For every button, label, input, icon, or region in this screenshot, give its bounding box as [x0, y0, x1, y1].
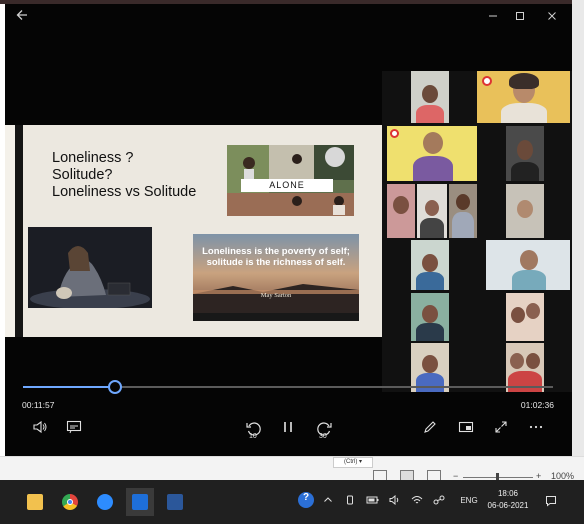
slide-margin — [5, 125, 15, 337]
quote-text: Loneliness is the poverty of self; solit… — [202, 246, 350, 268]
taskbar: ? ENG 18:06 06-06-2021 — [0, 480, 584, 524]
chrome-icon[interactable] — [56, 488, 84, 516]
clock-date: 06-06-2021 — [487, 501, 529, 510]
current-time: 00:11:57 — [22, 400, 55, 410]
media-player-icon[interactable] — [126, 488, 154, 516]
battery-icon[interactable] — [366, 495, 380, 509]
participant-tile[interactable] — [506, 343, 544, 392]
language-indicator[interactable]: ENG — [458, 495, 480, 507]
notifications-icon[interactable] — [544, 495, 558, 511]
paste-options-button[interactable]: (Ctrl) ▾ — [333, 457, 373, 468]
participant-tile[interactable] — [506, 126, 544, 181]
slide-title-line: Solitude? — [52, 167, 113, 183]
rewind-10-button[interactable]: 10 — [241, 420, 267, 443]
participant-tile[interactable] — [449, 184, 477, 238]
quote-footer — [193, 313, 359, 321]
maximize-icon[interactable] — [509, 8, 531, 26]
participant-tile[interactable] — [387, 184, 415, 238]
chevron-up-icon[interactable] — [322, 495, 334, 509]
participant-tile[interactable] — [411, 240, 449, 290]
forward-30-button[interactable]: 30 — [311, 420, 337, 443]
quote-author: May Sarton — [260, 292, 292, 299]
more-icon[interactable] — [525, 420, 547, 439]
participant-tile[interactable] — [411, 343, 449, 392]
participant-tile[interactable] — [506, 184, 544, 238]
participant-tile[interactable] — [486, 240, 570, 290]
quote-image: Loneliness is the poverty of self; solit… — [193, 234, 359, 321]
word-icon[interactable] — [161, 488, 189, 516]
fullscreen-icon[interactable] — [490, 420, 512, 439]
system-clock[interactable]: 18:06 06-06-2021 — [486, 488, 530, 512]
subtitles-icon[interactable] — [63, 420, 85, 439]
timeline-thumb[interactable] — [107, 380, 122, 394]
mini-view-icon[interactable] — [455, 420, 477, 439]
rewind-label: 10 — [249, 433, 257, 440]
volume-icon[interactable] — [29, 420, 51, 439]
slide-title: Loneliness ? Solitude? Loneliness vs Sol… — [52, 150, 196, 201]
participant-tile[interactable] — [387, 126, 477, 181]
participant-gallery — [382, 71, 572, 392]
title-bar — [5, 4, 572, 32]
help-icon[interactable]: ? — [298, 492, 314, 508]
screen: Loneliness ? Solitude? Loneliness vs Sol… — [0, 0, 584, 524]
network-icon[interactable] — [433, 495, 445, 509]
participant-tile-host[interactable] — [477, 71, 570, 123]
document-status-bar: (Ctrl) ▾ − + 100% — [0, 456, 584, 482]
slide-title-line: Loneliness ? — [52, 150, 134, 166]
total-time: 01:02:36 — [520, 400, 554, 410]
right-scrollbar[interactable] — [572, 0, 584, 480]
media-player-window: Loneliness ? Solitude? Loneliness vs Sol… — [5, 4, 572, 456]
participant-tile[interactable] — [506, 293, 544, 341]
close-icon[interactable] — [541, 8, 563, 26]
timeline-progress — [23, 386, 115, 388]
clock-time: 18:06 — [497, 489, 519, 498]
shared-slide: Loneliness ? Solitude? Loneliness vs Sol… — [5, 125, 382, 337]
minimize-icon[interactable] — [482, 8, 504, 26]
participant-tile[interactable] — [417, 184, 447, 238]
meet-now-icon[interactable] — [344, 495, 356, 509]
participant-tile[interactable] — [411, 293, 449, 341]
wifi-icon[interactable] — [411, 495, 423, 509]
file-explorer-icon[interactable] — [21, 488, 49, 516]
participant-tile[interactable] — [411, 71, 449, 123]
pause-icon[interactable] — [277, 420, 299, 439]
sad-girl-image — [28, 227, 152, 308]
alone-collage-image: ALONE — [227, 145, 354, 216]
zoom-app-icon[interactable] — [91, 488, 119, 516]
pencil-icon[interactable] — [419, 420, 441, 439]
alone-label: ALONE — [241, 179, 333, 192]
slide-title-line: Loneliness vs Solitude — [52, 184, 197, 200]
back-arrow-icon[interactable] — [11, 8, 33, 26]
forward-label: 30 — [319, 433, 327, 440]
slide-accent-bar — [15, 125, 23, 337]
speaker-icon[interactable] — [389, 494, 401, 509]
